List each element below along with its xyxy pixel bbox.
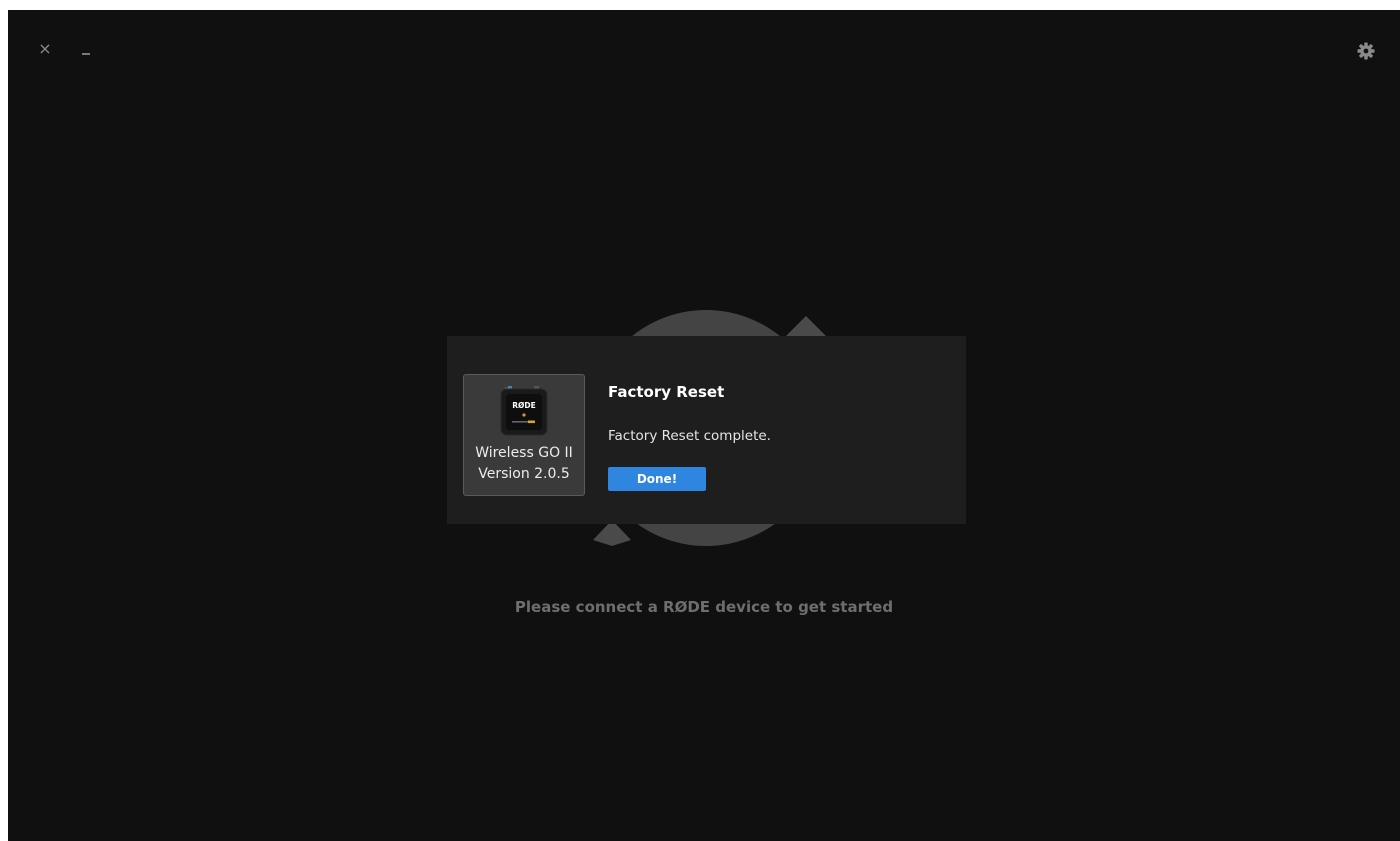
close-window-button[interactable]: ×	[36, 40, 54, 58]
device-card: RØDE Wireless GO II Version 2.0.5	[463, 374, 585, 496]
wireless-go-device-image: RØDE	[500, 386, 548, 436]
device-logo-text: RØDE	[512, 401, 536, 410]
gear-icon	[1357, 42, 1375, 60]
app-window: × Please connect a RØDE device to get st…	[8, 10, 1400, 841]
done-button[interactable]: Done!	[608, 467, 706, 491]
connect-device-message: Please connect a RØDE device to get star…	[514, 598, 894, 616]
device-name: Wireless GO II	[475, 445, 573, 461]
dialog-title: Factory Reset	[608, 383, 725, 401]
close-icon: ×	[38, 39, 52, 58]
device-version: Version 2.0.5	[478, 466, 570, 482]
factory-reset-dialog: RØDE Wireless GO II Version 2.0.5 Factor…	[447, 336, 966, 524]
dialog-message: Factory Reset complete.	[608, 428, 771, 444]
minimize-window-button[interactable]	[78, 40, 96, 58]
settings-button[interactable]	[1356, 41, 1376, 61]
